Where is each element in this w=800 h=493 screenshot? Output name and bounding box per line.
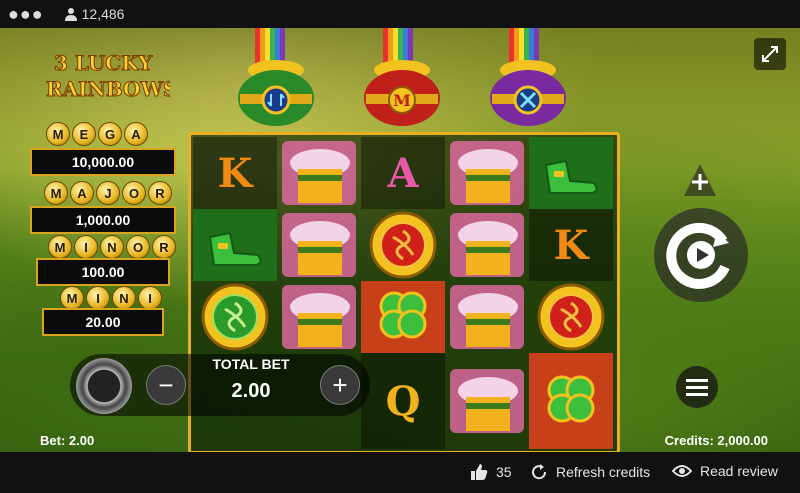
- symbol-boot: [529, 137, 613, 209]
- hat-icon: [282, 141, 356, 205]
- hat-icon: [450, 285, 524, 349]
- user-icon: [64, 8, 77, 21]
- minus-icon: −: [158, 369, 174, 400]
- spin-button[interactable]: [654, 208, 748, 302]
- jackpot-mini-value: 20.00: [42, 308, 164, 336]
- fullscreen-button[interactable]: [754, 38, 786, 70]
- read-review-label: Read review: [700, 463, 778, 479]
- jackpot-major-value: 1,000.00: [30, 206, 176, 234]
- game-scene: 3 LUCKY RAINBOWS MEGA 10,000.00 MAJOR 1,…: [0, 28, 800, 452]
- symbol-hat: [277, 209, 361, 281]
- symbol-q: Q: [361, 353, 445, 449]
- menu-button[interactable]: [676, 366, 718, 408]
- game-logo: 3 LUCKY RAINBOWS: [46, 51, 171, 102]
- celtic-coin-icon: [537, 283, 605, 351]
- symbol-hat: [277, 137, 361, 209]
- symbol-hat: [445, 353, 529, 449]
- jackpot-mini-label: MINI: [60, 286, 162, 310]
- symbol-coin: [529, 281, 613, 353]
- jackpot-minor-label: MINOR: [48, 235, 176, 259]
- hat-icon: [282, 213, 356, 277]
- celtic-coin-icon: [201, 283, 269, 351]
- symbol-boot: [193, 209, 277, 281]
- jackpot-mega-value: 10,000.00: [30, 148, 176, 176]
- increase-bet-button[interactable]: +: [320, 365, 360, 405]
- read-review-button[interactable]: Read review: [672, 463, 778, 479]
- players-counter: 12,486: [64, 6, 125, 22]
- bet-amount: Bet: 2.00: [40, 433, 95, 448]
- symbol-hat: [277, 281, 361, 353]
- bottom-bar: 35 Refresh credits Read review: [0, 452, 800, 493]
- clover-icon: [379, 291, 427, 339]
- hat-icon: [450, 141, 524, 205]
- symbol-clover: [529, 353, 613, 449]
- eye-icon: [672, 465, 692, 477]
- bet-chip-button[interactable]: [76, 358, 132, 414]
- refresh-icon: [532, 464, 547, 480]
- hamburger-icon: [686, 379, 708, 396]
- autoplay-plus-button[interactable]: [680, 160, 720, 200]
- symbol-k: K: [193, 137, 277, 209]
- jackpot-major-label: MAJOR: [44, 181, 172, 205]
- hat-icon: [282, 285, 356, 349]
- symbol-k: K: [529, 209, 613, 281]
- refresh-credits-label: Refresh credits: [556, 464, 651, 480]
- clover-icon: [547, 375, 595, 423]
- hat-icon: [450, 213, 524, 277]
- symbol-a: A: [361, 137, 445, 209]
- expand-icon: [762, 46, 778, 62]
- plus-icon: [684, 164, 716, 196]
- plus-icon: +: [332, 369, 348, 400]
- pot-green: [238, 60, 314, 126]
- jackpot-minor-value: 100.00: [36, 258, 170, 286]
- credits-amount: Credits: 2,000.00: [664, 433, 768, 448]
- more-dots-icon[interactable]: ●●●: [8, 4, 44, 25]
- logo-line-1: 3 LUCKY: [54, 51, 153, 75]
- like-button[interactable]: 35: [470, 463, 512, 481]
- pot-purple: [490, 60, 566, 126]
- decrease-bet-button[interactable]: −: [146, 365, 186, 405]
- symbol-coin: [193, 281, 277, 353]
- players-count: 12,486: [81, 6, 125, 22]
- symbol-coin: [361, 209, 445, 281]
- logo-line-2: RAINBOWS: [46, 77, 170, 101]
- pot-red: M: [364, 60, 440, 126]
- jackpot-mega-label: MEGA: [46, 122, 148, 146]
- like-count: 35: [496, 464, 512, 480]
- celtic-coin-icon: [369, 211, 437, 279]
- total-bet-value: 2.00: [231, 380, 271, 402]
- symbol-hat: [445, 281, 529, 353]
- top-bar: ●●● 12,486: [0, 0, 800, 28]
- svg-text:M: M: [393, 91, 411, 110]
- symbol-clover: [361, 281, 445, 353]
- total-bet-label: TOTAL BET: [212, 356, 290, 372]
- symbol-hat: [445, 137, 529, 209]
- hat-icon: [450, 369, 524, 433]
- thumbs-up-icon: [471, 464, 488, 480]
- refresh-credits-button[interactable]: Refresh credits: [530, 463, 650, 481]
- symbol-hat: [445, 209, 529, 281]
- spin-icon: [666, 222, 730, 289]
- boot-icon: [544, 159, 598, 194]
- boot-icon: [208, 231, 262, 266]
